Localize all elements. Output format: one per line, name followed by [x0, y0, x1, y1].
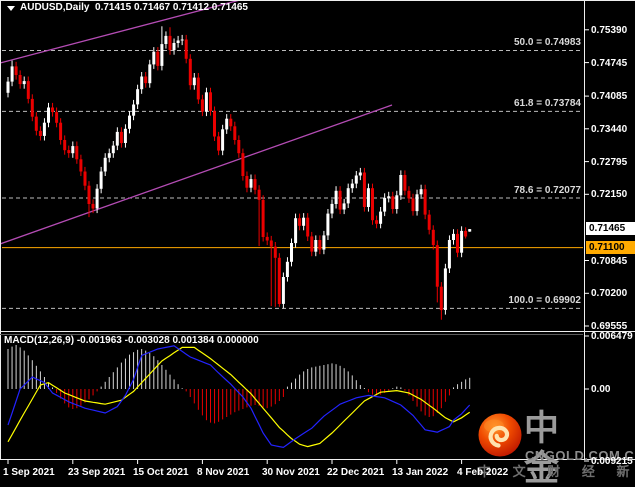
main-pane[interactable] [2, 14, 583, 330]
macd-axis-label: 0.00 [591, 384, 611, 395]
time-axis-label: 8 Nov 2021 [197, 467, 250, 478]
chart-symbol: AUDUSD,Daily [20, 2, 90, 13]
price-axis-label: 0.75390 [591, 25, 628, 36]
price-axis-label: 0.73440 [591, 124, 628, 135]
chart-ohlc-readout: 0.71415 0.71467 0.71412 0.71465 [95, 2, 248, 13]
time-axis-label: 15 Oct 2021 [133, 467, 189, 478]
time-axis-label: 22 Dec 2021 [327, 467, 385, 478]
price-axis-label: 0.74085 [591, 91, 628, 102]
last-price-tag: 0.71465 [586, 222, 635, 235]
price-axis-label: 0.72150 [591, 189, 628, 200]
price-axis-label: 0.72795 [591, 157, 628, 168]
time-axis-label: 1 Sep 2021 [3, 467, 55, 478]
price-axis-label: 0.70200 [591, 288, 628, 299]
mt4-chart-window: 中金网 CNGOLD.COM.CN 中 文 财 经 新 媒 体 AUDUSD,D… [0, 0, 635, 487]
time-axis-label: 4 Feb 2022 [457, 467, 509, 478]
hline-price-tag: 0.71100 [586, 241, 635, 254]
macd-axis-label: 0.009215 [591, 456, 633, 467]
macd-pane[interactable] [2, 336, 583, 458]
time-axis-label: 13 Jan 2022 [392, 467, 449, 478]
chart-title: AUDUSD,Daily 0.71415 0.71467 0.71412 0.7… [20, 2, 248, 13]
macd-axis-label: 0.006479 [591, 331, 633, 342]
time-axis-label: 23 Sep 2021 [68, 467, 126, 478]
time-axis-label: 30 Nov 2021 [262, 467, 320, 478]
chart-menu-arrow-icon[interactable] [7, 6, 15, 11]
price-axis-label: 0.70845 [591, 256, 628, 267]
price-axis-label: 0.74745 [591, 58, 628, 69]
